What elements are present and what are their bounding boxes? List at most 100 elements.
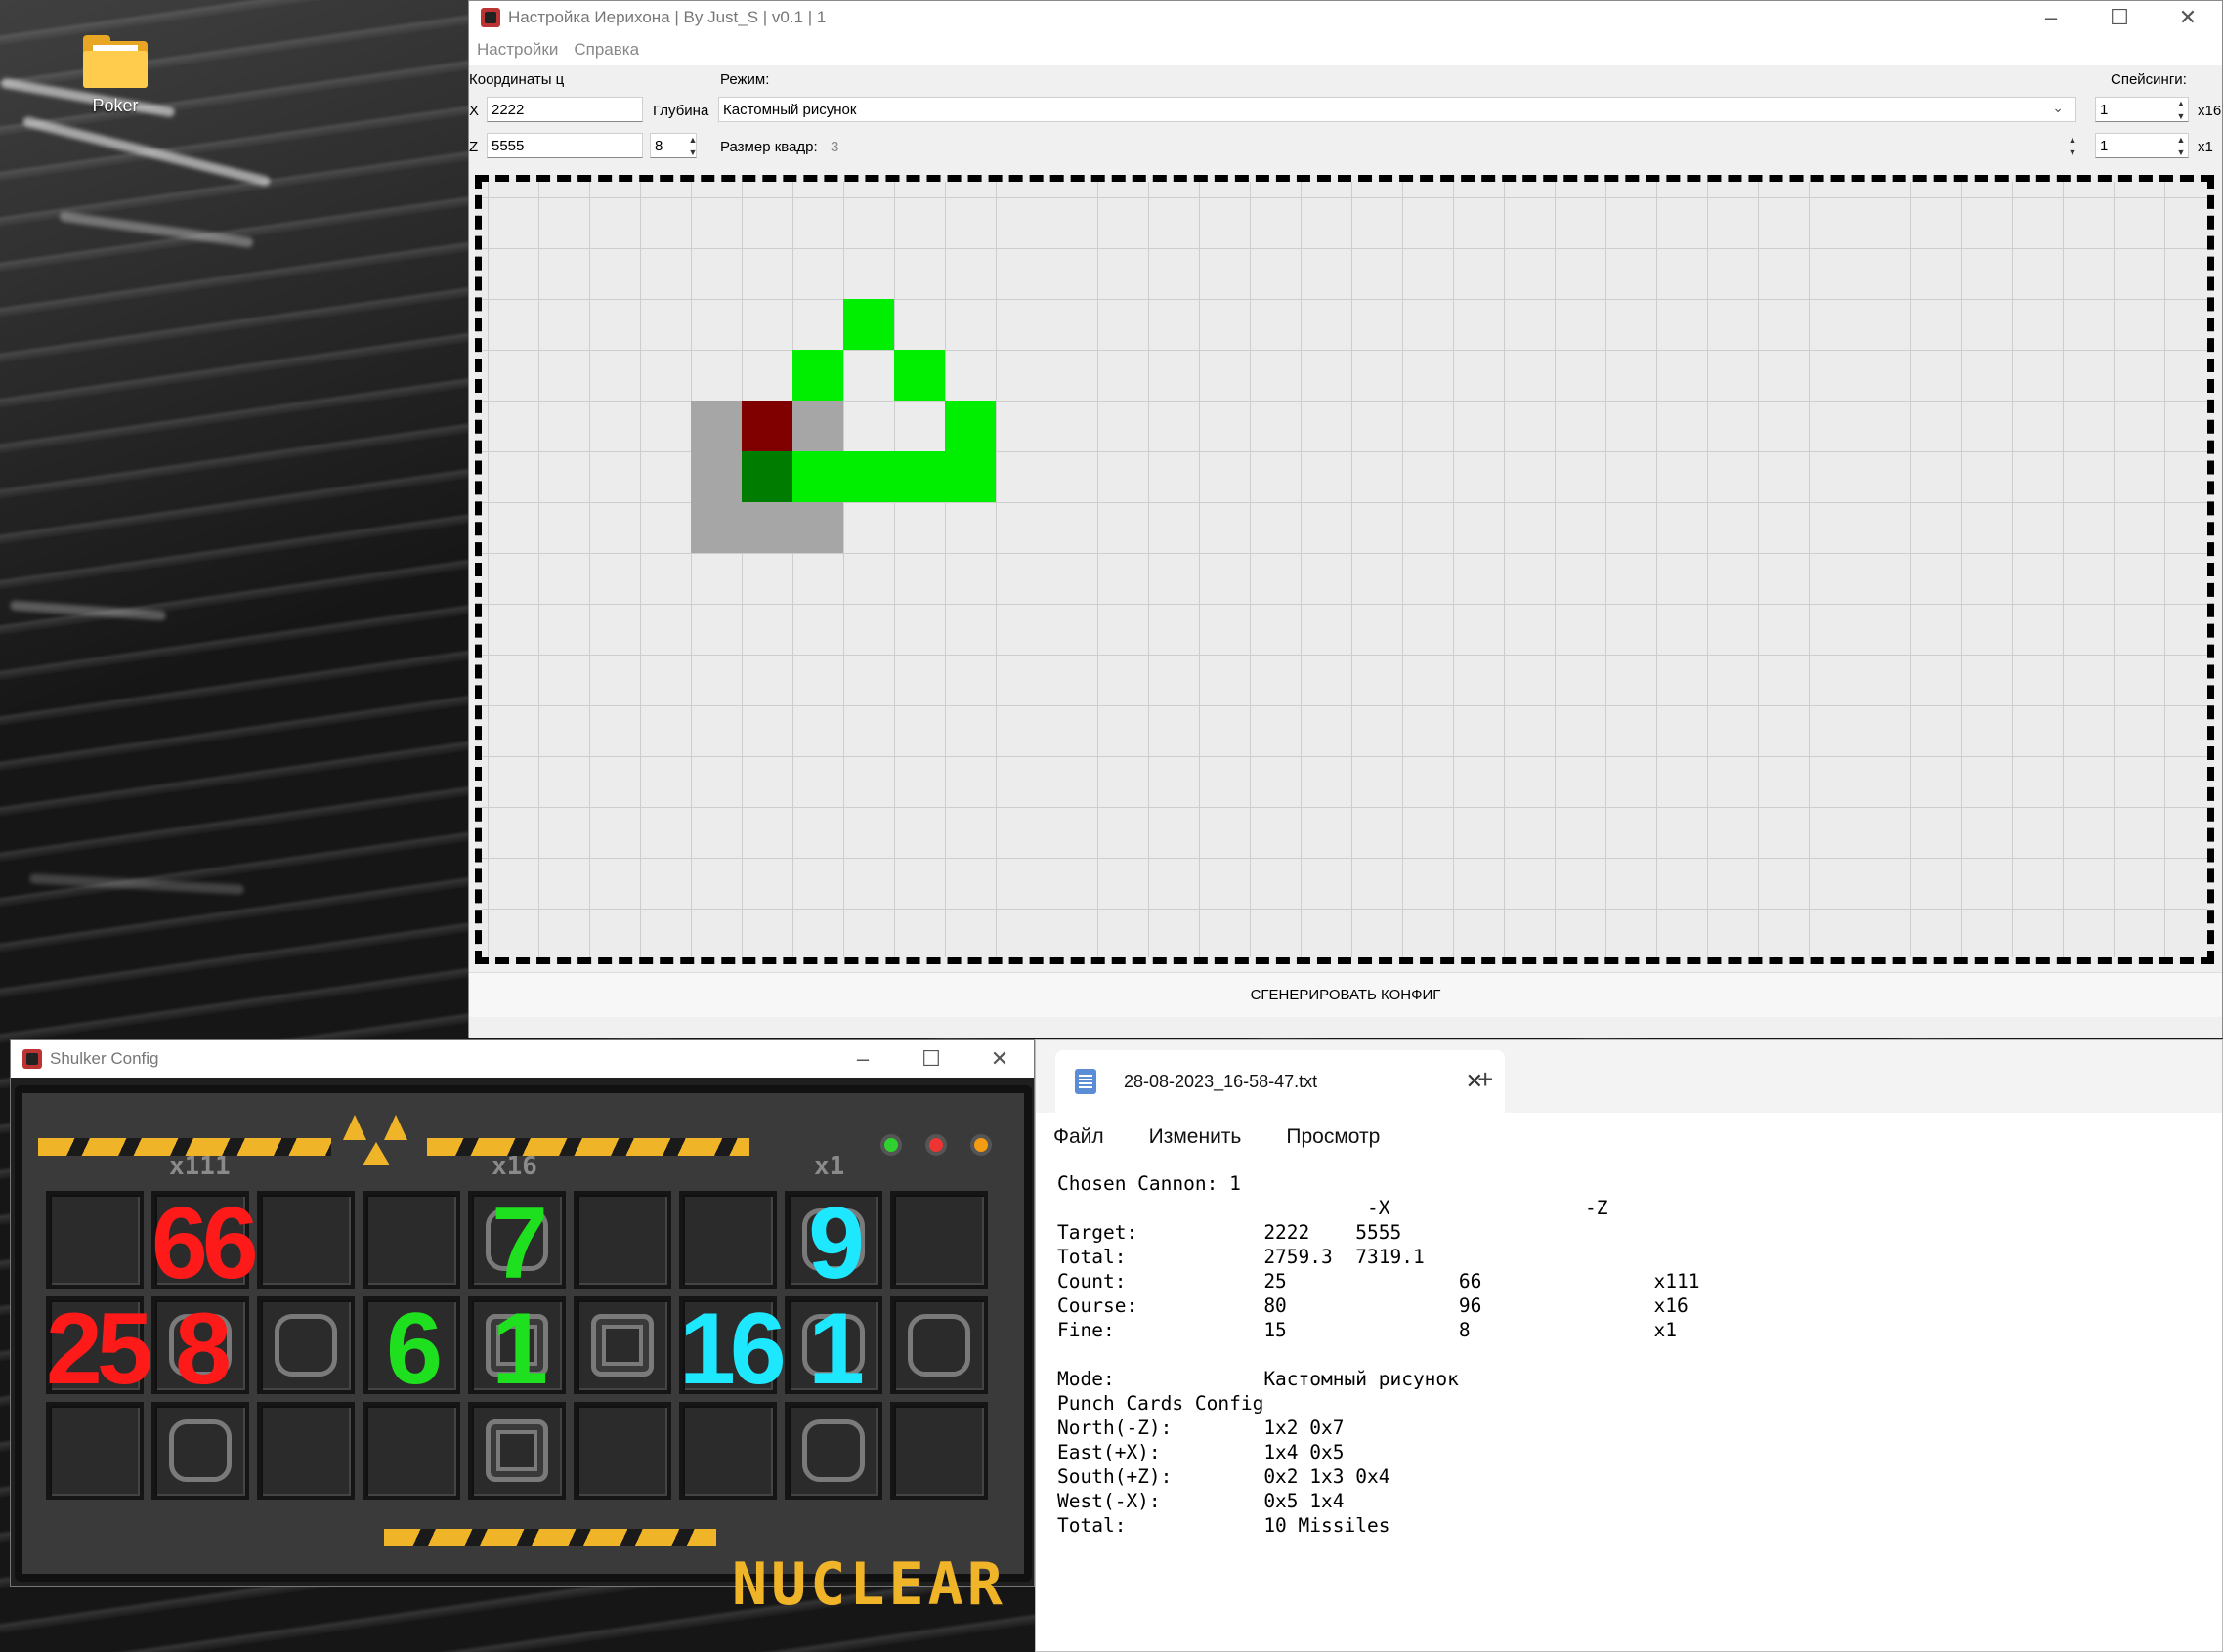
title-bar[interactable]: Shulker Config – ☐ ✕ — [11, 1040, 1034, 1078]
new-tab-button[interactable]: + — [1477, 1064, 1493, 1095]
menu-edit[interactable]: Изменить — [1149, 1125, 1242, 1149]
close-button[interactable]: ✕ — [965, 1040, 1034, 1078]
desktop-icon-poker[interactable]: Poker — [68, 27, 162, 116]
maximize-button[interactable]: ☐ — [897, 1040, 965, 1078]
square-size-label: Размер квадр: — [720, 139, 818, 155]
inventory-slot[interactable] — [785, 1402, 882, 1500]
grid-cell[interactable] — [691, 401, 742, 451]
inventory-slot[interactable] — [46, 1191, 144, 1289]
inventory-slot[interactable] — [257, 1191, 355, 1289]
minimize-button[interactable]: – — [829, 1040, 897, 1078]
slot-count: 9 — [808, 1187, 865, 1300]
inventory-slot[interactable] — [890, 1191, 988, 1289]
inventory-slot[interactable] — [679, 1402, 777, 1500]
slot-item-icon — [486, 1419, 548, 1482]
grid-cell[interactable] — [792, 401, 843, 451]
status-led-orange — [970, 1134, 992, 1156]
grid-cell[interactable] — [945, 401, 996, 451]
inventory-slot[interactable] — [257, 1296, 355, 1394]
slot-count: 1 — [492, 1292, 548, 1406]
multiplier-label-1: x111 — [169, 1152, 231, 1181]
title-bar[interactable]: Настройка Иерихона | By Just_S | v0.1 | … — [469, 1, 2222, 34]
grid-cell[interactable] — [742, 401, 792, 451]
grid-cell[interactable] — [843, 299, 894, 350]
inventory-slot[interactable] — [151, 1402, 249, 1500]
menu-bar: Файл Изменить Просмотр — [1036, 1113, 2222, 1162]
spacing-spinner-2[interactable]: ▲ ▼ — [2173, 133, 2189, 158]
spacing-suffix-2: x1 — [2198, 139, 2213, 155]
menu-bar: Настройки Справка — [469, 34, 2222, 65]
inventory-slot[interactable] — [46, 1402, 144, 1500]
text-line: South(+Z): 0x2 1x3 0x4 — [1057, 1465, 1390, 1488]
mode-select[interactable]: Кастомный рисунок ⌄ — [718, 97, 2076, 122]
inventory-slot[interactable] — [468, 1402, 566, 1500]
menu-file[interactable]: Файл — [1053, 1125, 1104, 1149]
inventory-slot[interactable] — [574, 1191, 671, 1289]
generate-config-button[interactable]: СГЕНЕРИРОВАТЬ КОНФИГ — [469, 972, 2222, 1017]
tab-bar: 28-08-2023_16-58-47.txt ✕ + — [1036, 1040, 2222, 1113]
spacing-suffix-1: x16 — [2198, 103, 2221, 119]
slot-item-icon — [802, 1419, 865, 1482]
grid-cell[interactable] — [742, 451, 792, 502]
pixel-grid[interactable] — [482, 182, 2207, 957]
slot-count: 6 — [386, 1292, 443, 1406]
menu-help[interactable]: Справка — [574, 40, 639, 60]
x-label: X — [469, 103, 480, 119]
close-button[interactable]: ✕ — [2154, 1, 2222, 34]
menu-view[interactable]: Просмотр — [1286, 1125, 1380, 1149]
window-title: Настройка Иерихона | By Just_S | v0.1 | … — [508, 8, 827, 26]
text-editor[interactable]: Chosen Cannon: 1 -X -Z Target: 2222 5555 T… — [1057, 1171, 1699, 1538]
text-line: -X -Z — [1057, 1197, 1608, 1219]
text-line: Fine: 15 8 x1 — [1057, 1319, 1677, 1341]
mode-select-value: Кастомный рисунок — [723, 102, 857, 118]
grid-cell[interactable] — [792, 350, 843, 401]
inventory-slot[interactable] — [574, 1402, 671, 1500]
radiation-icon — [341, 1111, 411, 1169]
slot-count: 7 — [492, 1187, 548, 1300]
grid-cell[interactable] — [894, 451, 945, 502]
inventory-slot[interactable] — [363, 1191, 460, 1289]
text-line: Total: 10 Missiles — [1057, 1514, 1390, 1537]
inventory-slot[interactable] — [890, 1296, 988, 1394]
slot-item-icon — [275, 1314, 337, 1377]
depth-spinner[interactable]: ▲ ▼ — [685, 133, 701, 158]
jericho-config-window: Настройка Иерихона | By Just_S | v0.1 | … — [468, 0, 2223, 1038]
slot-item-icon — [169, 1419, 232, 1482]
spacing-spinner-1[interactable]: ▲ ▼ — [2173, 97, 2189, 122]
grid-cell[interactable] — [691, 502, 742, 553]
grid-cell[interactable] — [945, 451, 996, 502]
text-line: East(+X): 1x4 0x5 — [1057, 1441, 1345, 1463]
inventory-slot[interactable] — [574, 1296, 671, 1394]
window-title: Shulker Config — [50, 1049, 159, 1068]
grid-cell[interactable] — [843, 451, 894, 502]
square-size-spinner[interactable]: ▲ ▼ — [2065, 133, 2080, 158]
app-icon — [481, 8, 500, 27]
maximize-button[interactable]: ☐ — [2085, 1, 2154, 34]
slot-count: 25 — [46, 1292, 153, 1406]
chevron-down-icon: ⌄ — [2052, 100, 2064, 115]
grid-cell[interactable] — [691, 451, 742, 502]
slot-item-icon — [908, 1314, 970, 1377]
grid-cell[interactable] — [894, 350, 945, 401]
text-line: Total: 2759.3 7319.1 — [1057, 1246, 1425, 1268]
text-line — [1057, 1342, 1699, 1367]
inventory-slot[interactable] — [257, 1402, 355, 1500]
file-tab[interactable]: 28-08-2023_16-58-47.txt ✕ — [1055, 1050, 1505, 1113]
slot-count: 16 — [679, 1292, 787, 1406]
z-input[interactable]: 5555 — [487, 133, 643, 158]
inventory-slot[interactable] — [890, 1402, 988, 1500]
grid-cell[interactable] — [742, 502, 792, 553]
inventory-slot[interactable] — [363, 1402, 460, 1500]
notepad-icon — [1075, 1069, 1096, 1094]
minimize-button[interactable]: – — [2017, 1, 2085, 34]
menu-settings[interactable]: Настройки — [477, 40, 558, 60]
mode-label: Режим: — [720, 71, 770, 88]
inventory-slot[interactable] — [679, 1191, 777, 1289]
grid-cell[interactable] — [792, 502, 843, 553]
drawing-canvas[interactable] — [475, 175, 2214, 964]
grid-cell[interactable] — [792, 451, 843, 502]
hazard-stripe — [427, 1138, 749, 1156]
slot-item-icon — [591, 1314, 654, 1377]
x-input[interactable]: 2222 — [487, 97, 643, 122]
spacing-label: Спейсинги: — [2111, 71, 2187, 88]
